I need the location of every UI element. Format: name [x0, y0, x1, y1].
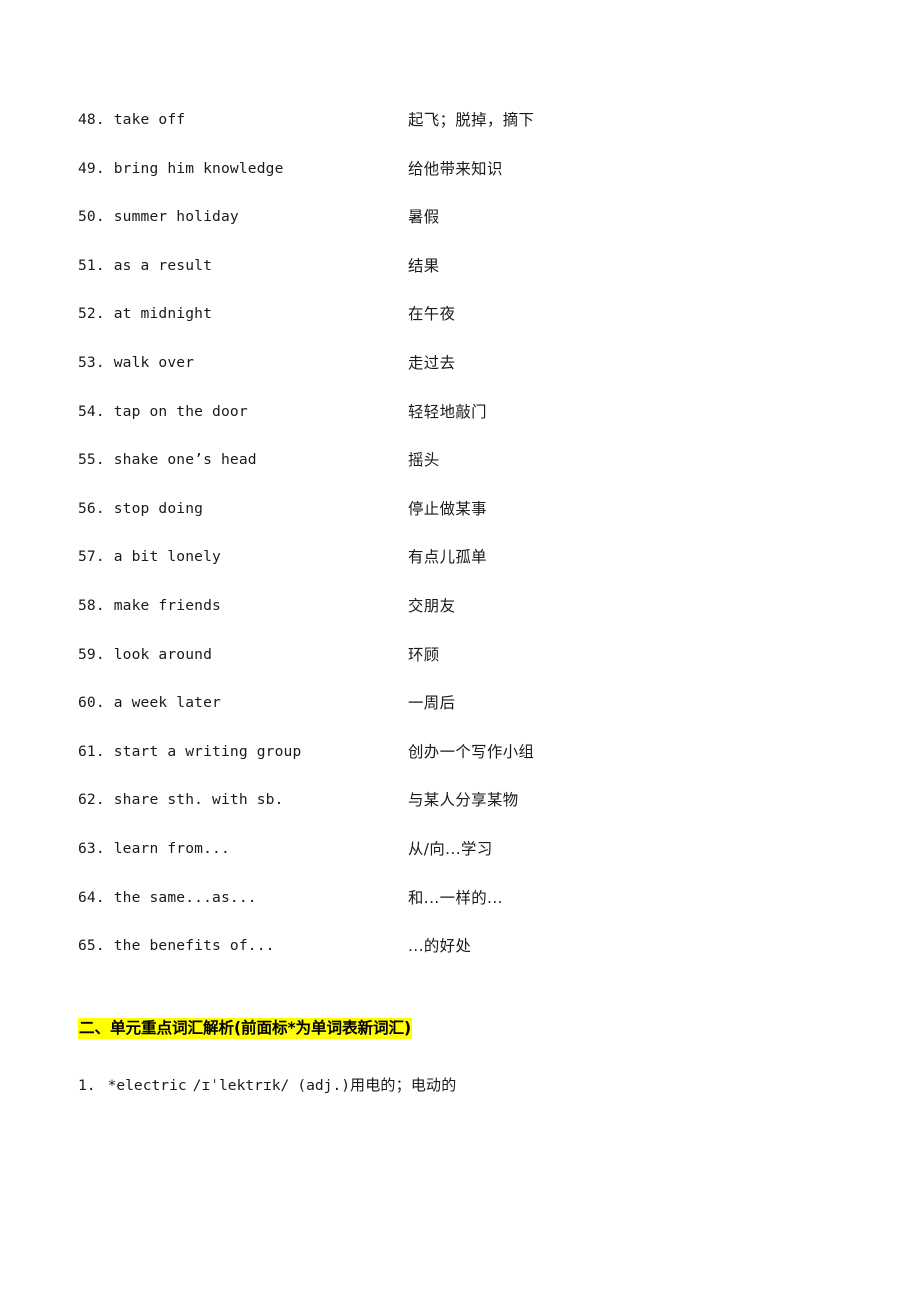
phrase-row: 58. make friends 交朋友 — [0, 582, 920, 631]
entry-number: 1. — [78, 1077, 96, 1094]
phrase-english: 62. share sth. with sb. — [78, 791, 284, 809]
phrase-row: 50. summer holiday 暑假 — [0, 193, 920, 242]
phrase-chinese: 轻轻地敲门 — [408, 402, 487, 421]
phrase-chinese: 在午夜 — [408, 305, 456, 324]
phrase-chinese: 摇头 — [408, 451, 440, 470]
phrase-english: 51. as a result — [78, 256, 213, 274]
phrase-chinese: 环顾 — [408, 645, 440, 664]
entry-definition: 用电的；电动的 — [350, 1076, 457, 1094]
entry-headword-line: 1. *electric/ɪˈlektrɪk/ (adj.)用电的；电动的 — [78, 1070, 878, 1102]
phrase-english: 54. tap on the door — [78, 402, 248, 420]
phrase-english: 61. start a writing group — [78, 742, 302, 760]
phrase-chinese: 走过去 — [408, 353, 456, 372]
phrase-row: 52. at midnight 在午夜 — [0, 290, 920, 339]
phrase-english: 55. shake one’s head — [78, 451, 257, 469]
phrase-chinese: 结果 — [408, 256, 440, 275]
entry-word: *electric — [107, 1077, 187, 1094]
phrase-row: 64. the same...as... 和...一样的... — [0, 874, 920, 923]
phrase-chinese: 给他带来知识 — [408, 159, 503, 178]
phrase-row: 53. walk over 走过去 — [0, 339, 920, 388]
document-page: 48. take off 起飞；脱掉，摘下 49. bring him knowle… — [0, 0, 920, 1302]
phrase-chinese: 创办一个写作小组 — [408, 742, 535, 761]
phrase-row: 55. shake one’s head 摇头 — [0, 436, 920, 485]
phrase-english: 58. make friends — [78, 596, 221, 614]
phrase-chinese: 与某人分享某物 — [408, 791, 519, 810]
phrase-chinese: ...的好处 — [408, 937, 472, 956]
phrase-row: 49. bring him knowledge 给他带来知识 — [0, 145, 920, 194]
phrase-row: 65. the benefits of... ...的好处 — [0, 922, 920, 971]
phrase-row: 62. share sth. with sb. 与某人分享某物 — [0, 776, 920, 825]
phrase-chinese: 交朋友 — [408, 596, 456, 615]
phrase-english: 65. the benefits of... — [78, 937, 275, 955]
phrase-row: 51. as a result 结果 — [0, 242, 920, 291]
phrase-row: 54. tap on the door 轻轻地敲门 — [0, 388, 920, 437]
phrase-english: 56. stop doing — [78, 499, 204, 517]
section-heading: 二、单元重点词汇解析(前面标*为单词表新词汇) — [78, 1017, 412, 1040]
phrase-english: 52. at midnight — [78, 305, 213, 323]
phrase-english: 59. look around — [78, 645, 213, 663]
entry-part-of-speech: (adj.) — [297, 1077, 351, 1094]
phrase-english: 50. summer holiday — [78, 208, 239, 226]
phrase-chinese: 有点儿孤单 — [408, 548, 487, 567]
phrase-row: 63. learn from... 从/向...学习 — [0, 825, 920, 874]
phrase-english: 63. learn from... — [78, 839, 230, 857]
phrase-english: 60. a week later — [78, 694, 221, 712]
phrase-row: 56. stop doing 停止做某事 — [0, 485, 920, 534]
phrase-english: 53. walk over — [78, 353, 195, 371]
section-heading-text: 二、单元重点词汇解析(前面标*为单词表新词汇) — [78, 1018, 412, 1039]
phrase-chinese: 暑假 — [408, 208, 440, 227]
phrase-english: 57. a bit lonely — [78, 548, 221, 566]
phrase-row: 57. a bit lonely 有点儿孤单 — [0, 533, 920, 582]
phrase-english: 48. take off — [78, 111, 186, 128]
phrase-english: 49. bring him knowledge — [78, 159, 284, 177]
phrase-list: 48. take off 起飞；脱掉，摘下 49. bring him knowle… — [0, 96, 920, 971]
phrase-chinese: 和...一样的... — [408, 888, 503, 907]
phrase-row: 59. look around 环顾 — [0, 631, 920, 680]
phrase-english: 64. the same...as... — [78, 888, 257, 906]
phrase-chinese: 一周后 — [408, 694, 456, 713]
vocabulary-entry: 1.*electric/ɪˈlektrɪk/(adj.)用电的；电动的 ［词汇拓… — [0, 1070, 920, 1102]
phrase-row: 60. a week later 一周后 — [0, 679, 920, 728]
phrase-chinese: 停止做某事 — [408, 499, 487, 518]
phrase-chinese: 从/向...学习 — [408, 839, 493, 858]
phrase-row: 61. start a writing group 创办一个写作小组 — [0, 728, 920, 777]
phrase-chinese: 起飞；脱掉，摘下 — [408, 111, 535, 129]
entry-phonetic: /ɪˈlektrɪk/ — [192, 1077, 290, 1094]
phrase-row: 48. take off 起飞；脱掉，摘下 — [0, 96, 920, 145]
